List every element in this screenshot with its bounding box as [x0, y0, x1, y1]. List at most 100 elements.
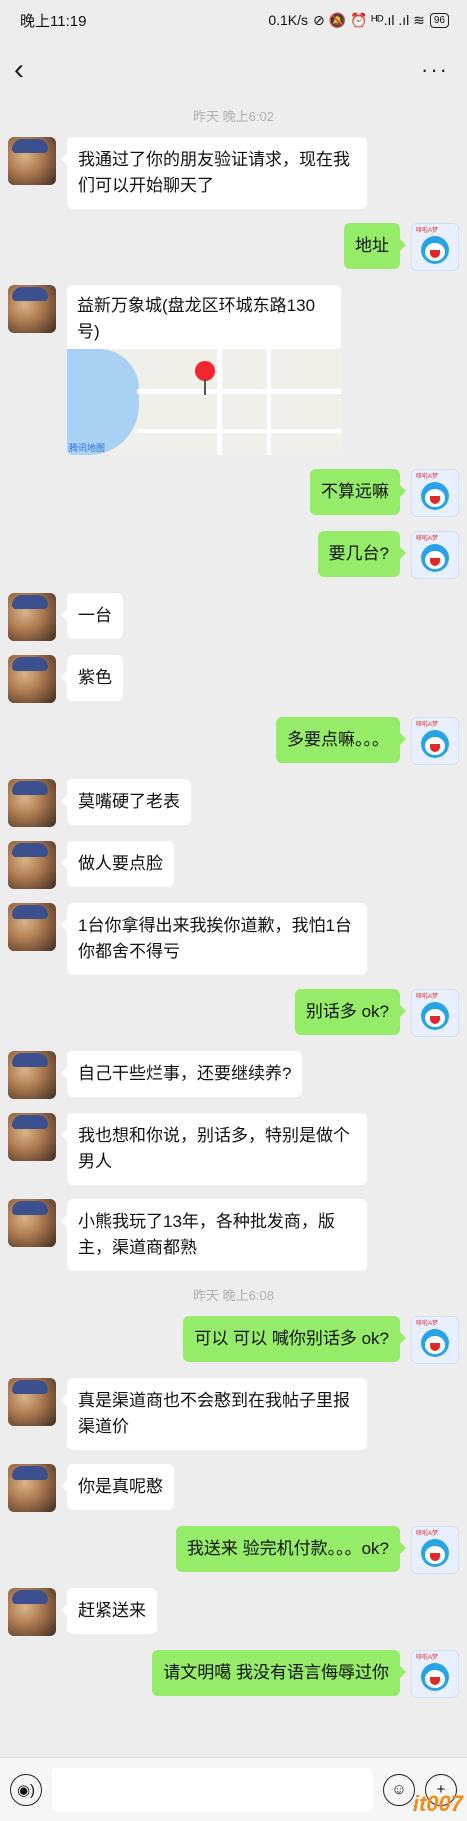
message-row: 多要点嘛。。。 哆啦A梦: [0, 717, 467, 765]
emoji-icon[interactable]: ☺: [383, 1773, 415, 1806]
location-address: 益新万象城(盘龙区环城东路130号): [77, 296, 316, 341]
message-bubble[interactable]: 莫嘴硬了老表: [61, 779, 191, 825]
message-bubble[interactable]: 一台: [61, 593, 123, 639]
avatar-self[interactable]: 哆啦A梦: [411, 531, 459, 579]
message-bubble[interactable]: 紫色: [61, 655, 123, 701]
avatar-caption: 哆啦A梦: [416, 228, 439, 234]
chat-header: ‹ ···: [0, 40, 467, 100]
message-row: 益新万象城(盘龙区环城东路130号) 腾讯地图: [0, 285, 467, 455]
avatar-contact[interactable]: [8, 1051, 56, 1099]
message-bubble[interactable]: 要几台?: [317, 531, 407, 577]
map-preview: 腾讯地图: [67, 349, 341, 455]
input-bar: ◉) ☺ +: [0, 1757, 467, 1821]
map-road: [217, 349, 222, 455]
avatar-self[interactable]: 哆啦A梦: [411, 469, 459, 517]
message-bubble[interactable]: 赶紧送来: [61, 1588, 157, 1634]
avatar-contact[interactable]: [8, 1199, 56, 1247]
avatar-contact[interactable]: [8, 779, 56, 827]
map-road: [267, 349, 271, 455]
avatar-caption: 哆啦A梦: [416, 1321, 439, 1327]
message-row: 我也想和你说，别话多，特别是做个男人: [0, 1113, 467, 1185]
network-speed: 0.1K/s: [268, 12, 309, 28]
message-row: 做人要点脸: [0, 841, 467, 889]
message-bubble[interactable]: 你是真呢憨: [61, 1464, 174, 1510]
map-water: [67, 349, 139, 455]
avatar-caption: 哆啦A梦: [416, 722, 439, 728]
map-road: [137, 389, 341, 394]
message-bubble[interactable]: 我送来 验完机付款。。。ok?: [175, 1526, 407, 1572]
message-bubble[interactable]: 地址: [344, 223, 406, 269]
avatar-caption: 哆啦A梦: [416, 536, 439, 542]
message-bubble[interactable]: 我也想和你说，别话多，特别是做个男人: [61, 1113, 367, 1185]
avatar-contact[interactable]: [8, 1588, 56, 1636]
map-road: [137, 429, 341, 433]
doraemon-face-icon: [421, 1663, 449, 1691]
message-bubble[interactable]: 做人要点脸: [61, 841, 174, 887]
avatar-contact[interactable]: [8, 841, 56, 889]
message-row: 不算远嘛 哆啦A梦: [0, 469, 467, 517]
avatar-contact[interactable]: [8, 285, 56, 333]
avatar-contact[interactable]: [8, 1378, 56, 1426]
watermark: it007: [412, 1791, 463, 1816]
voice-icon[interactable]: ◉): [10, 1773, 42, 1806]
avatar-contact[interactable]: [8, 1464, 56, 1512]
avatar-self[interactable]: 哆啦A梦: [411, 717, 459, 765]
map-pin-icon: [195, 361, 215, 381]
message-bubble[interactable]: 多要点嘛。。。: [276, 717, 406, 763]
message-bubble[interactable]: 别话多 ok?: [294, 989, 407, 1035]
avatar-self[interactable]: 哆啦A梦: [411, 1526, 459, 1574]
more-icon[interactable]: ···: [421, 57, 449, 83]
message-row: 要几台? 哆啦A梦: [0, 531, 467, 579]
avatar-contact[interactable]: [8, 593, 56, 641]
doraemon-face-icon: [421, 236, 449, 264]
avatar-caption: 哆啦A梦: [416, 1655, 439, 1661]
message-bubble[interactable]: 小熊我玩了13年，各种批发商，版主，渠道商都熟: [61, 1199, 367, 1271]
avatar-self[interactable]: 哆啦A梦: [411, 989, 459, 1037]
avatar-self[interactable]: 哆啦A梦: [411, 1650, 459, 1698]
doraemon-face-icon: [421, 482, 449, 510]
timestamp: 昨天 晚上6:08: [193, 1288, 274, 1303]
message-row: 莫嘴硬了老表: [0, 779, 467, 827]
avatar-caption: 哆啦A梦: [416, 994, 439, 1000]
message-row: 赶紧送来: [0, 1588, 467, 1636]
message-row: 自己干些烂事，还要继续养?: [0, 1051, 467, 1099]
message-row: 紫色: [0, 655, 467, 703]
doraemon-face-icon: [421, 1539, 449, 1567]
avatar-contact[interactable]: [8, 655, 56, 703]
avatar-caption: 哆啦A梦: [416, 1531, 439, 1537]
message-bubble[interactable]: 我通过了你的朋友验证请求，现在我们可以开始聊天了: [61, 137, 367, 209]
avatar-self[interactable]: 哆啦A梦: [411, 223, 459, 271]
message-row: 可以 可以 喊你别话多 ok? 哆啦A梦: [0, 1316, 467, 1364]
avatar-self[interactable]: 哆啦A梦: [411, 1316, 459, 1364]
doraemon-face-icon: [421, 544, 449, 572]
status-right: 0.1K/s ⊘ 🔕 ⏰ ᴴᴰ.ıl .ıl ≋ 96: [268, 12, 449, 29]
message-row: 你是真呢憨: [0, 1464, 467, 1512]
location-card[interactable]: 益新万象城(盘龙区环城东路130号) 腾讯地图: [67, 285, 341, 455]
message-bubble[interactable]: 真是渠道商也不会憨到在我帖子里报渠道价: [61, 1378, 367, 1450]
status-icons: ⊘ 🔕 ⏰ ᴴᴰ.ıl .ıl ≋: [313, 11, 425, 28]
doraemon-face-icon: [421, 1002, 449, 1030]
status-time: 晚上11:19: [20, 12, 87, 30]
message-bubble[interactable]: 自己干些烂事，还要继续养?: [60, 1051, 303, 1097]
message-bubble[interactable]: 可以 可以 喊你别话多 ok?: [183, 1316, 406, 1362]
timestamp: 昨天 晚上6:02: [193, 109, 274, 124]
avatar-contact[interactable]: [8, 903, 56, 951]
doraemon-face-icon: [421, 1329, 449, 1357]
message-input[interactable]: [52, 1767, 373, 1812]
status-bar: 晚上11:19 0.1K/s ⊘ 🔕 ⏰ ᴴᴰ.ıl .ıl ≋ 96: [0, 0, 467, 40]
message-row: 请文明噶 我没有语言侮辱过你 哆啦A梦: [0, 1650, 467, 1698]
message-bubble[interactable]: 请文明噶 我没有语言侮辱过你: [152, 1650, 406, 1696]
back-icon[interactable]: ‹: [14, 55, 24, 85]
doraemon-face-icon: [421, 730, 449, 758]
message-row: 别话多 ok? 哆啦A梦: [0, 989, 467, 1037]
map-pin-stem: [204, 379, 206, 395]
avatar-contact[interactable]: [8, 1113, 56, 1161]
message-row: 一台: [0, 593, 467, 641]
avatar-contact[interactable]: [8, 137, 56, 185]
battery-icon: 96: [429, 12, 449, 28]
message-bubble[interactable]: 1台你拿得出来我挨你道歉，我怕1台你都舍不得亏: [61, 903, 367, 975]
message-bubble[interactable]: 不算远嘛: [310, 469, 406, 515]
avatar-caption: 哆啦A梦: [416, 474, 439, 480]
message-row: 小熊我玩了13年，各种批发商，版主，渠道商都熟: [0, 1199, 467, 1271]
message-row: 我送来 验完机付款。。。ok? 哆啦A梦: [0, 1526, 467, 1574]
